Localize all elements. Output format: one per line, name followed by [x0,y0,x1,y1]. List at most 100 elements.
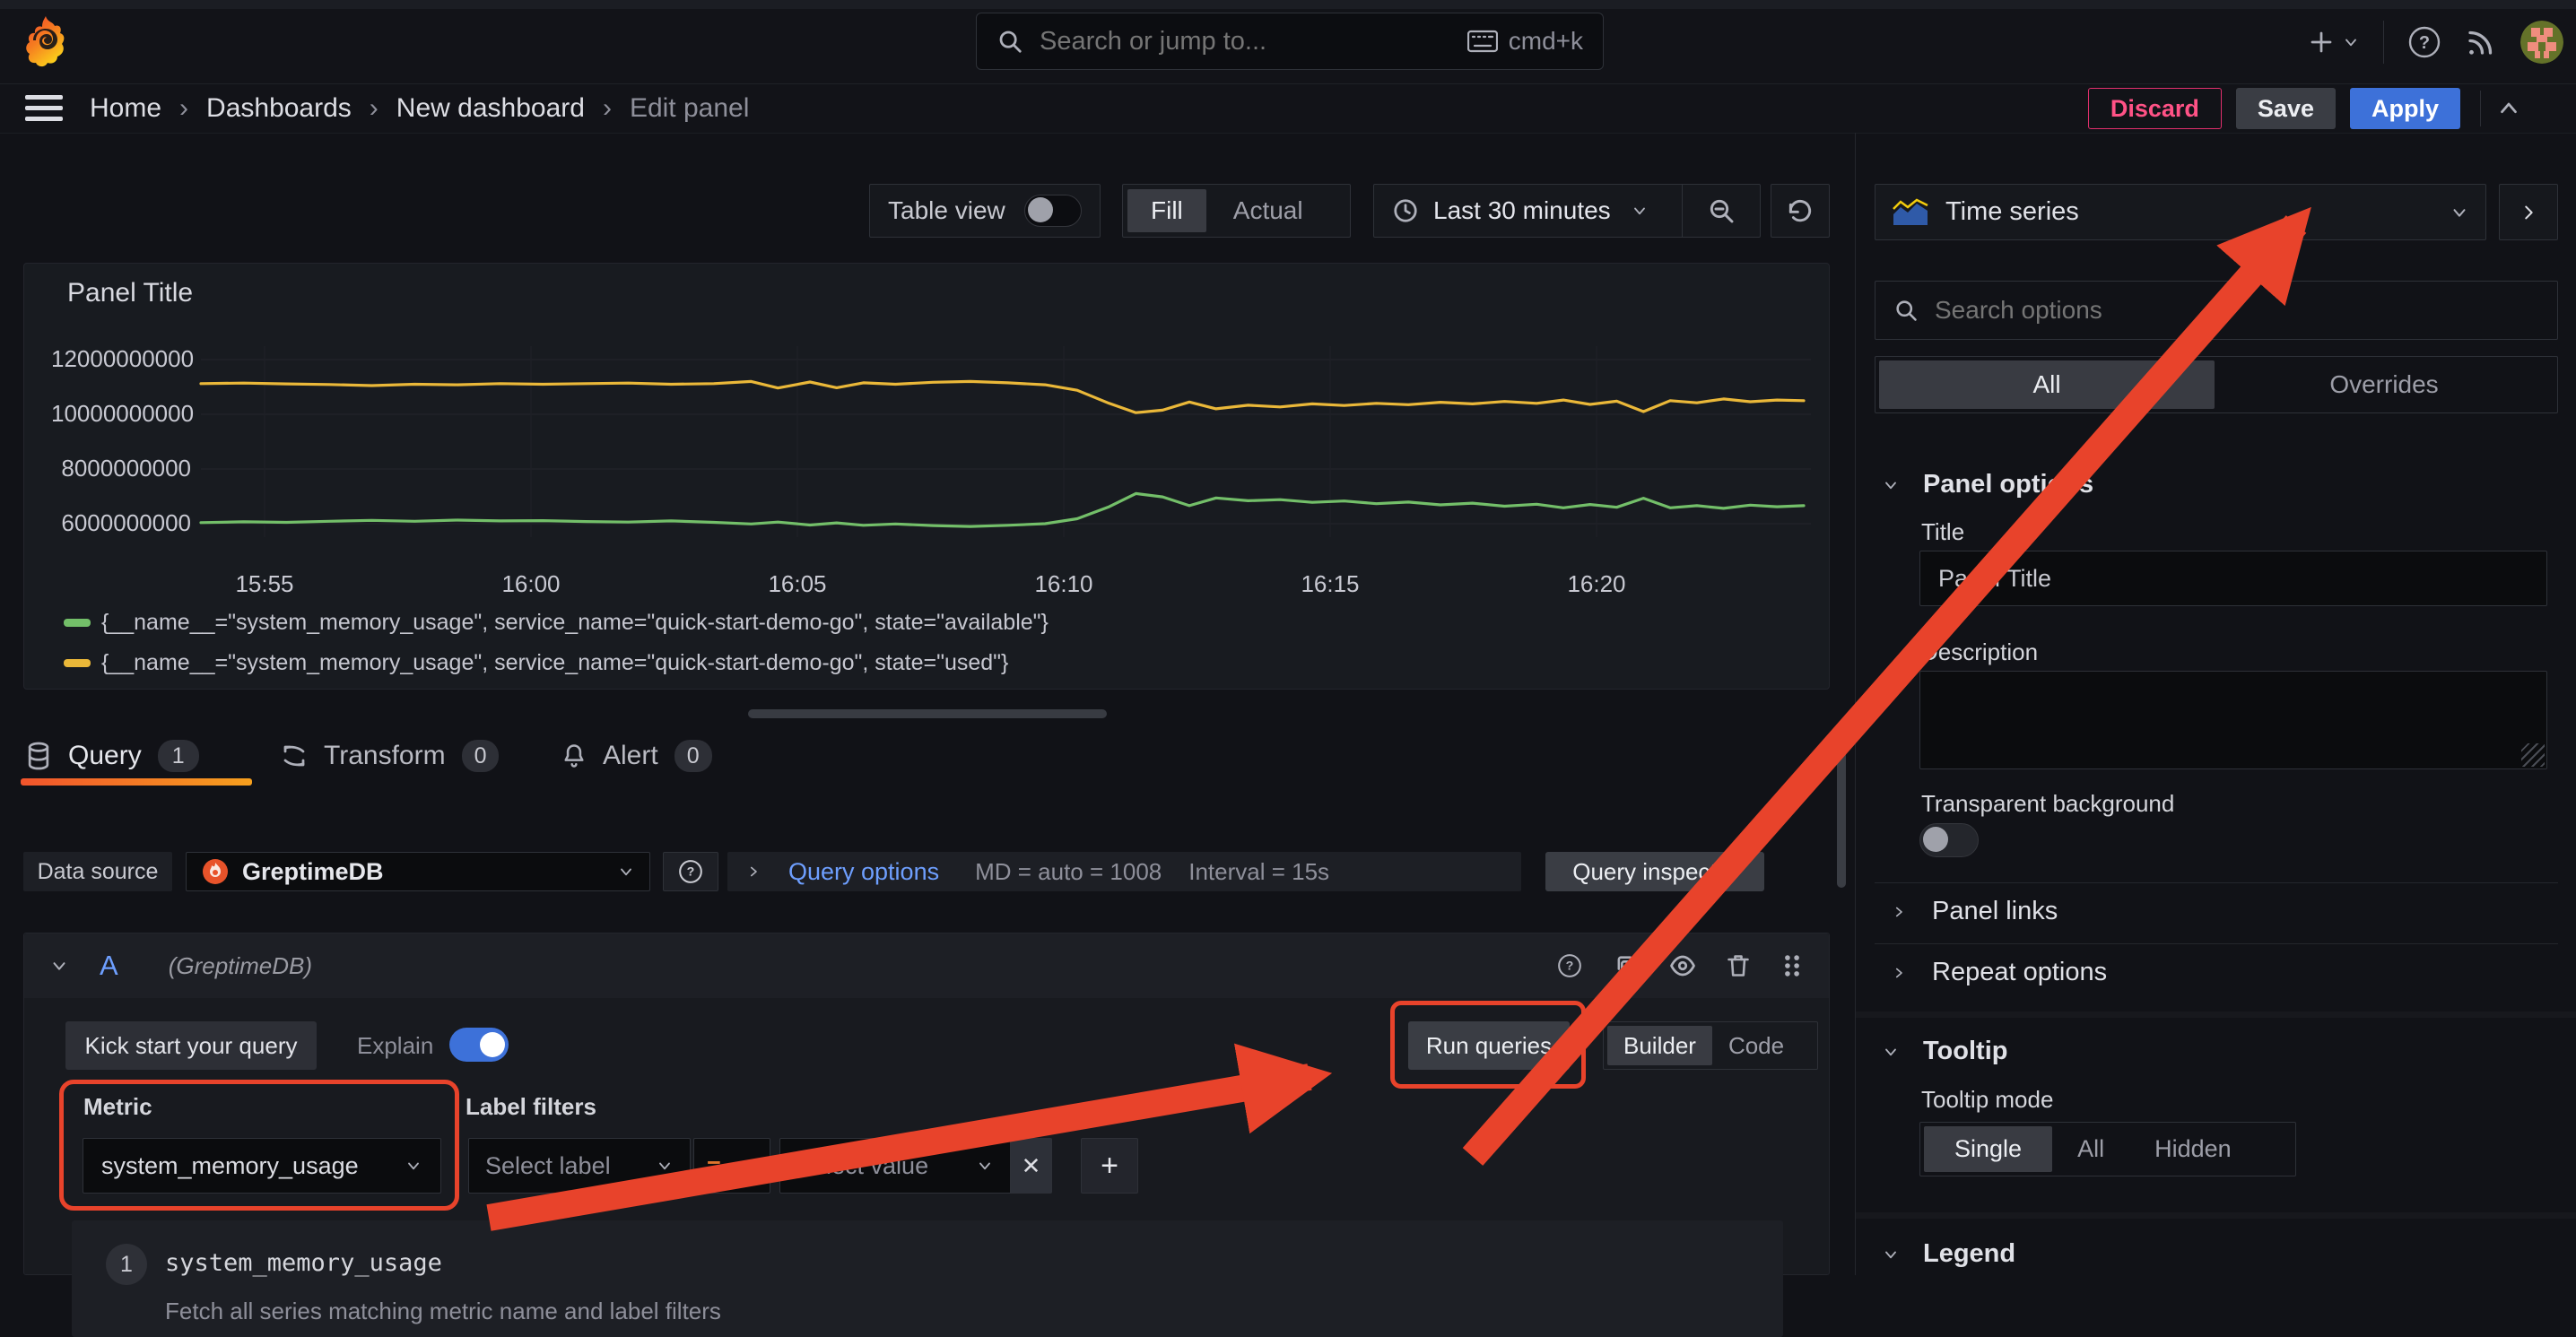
tab-transform-count: 0 [462,740,500,772]
legend-section-header[interactable]: Legend [1882,1239,2015,1269]
chevron-down-icon [2450,203,2469,222]
collapse-header-button[interactable] [2495,95,2522,122]
header-right-cluster: ? [2308,9,2563,75]
explain-description: Fetch all series matching metric name an… [165,1298,721,1325]
save-button[interactable]: Save [2236,88,2336,129]
time-range-picker[interactable]: Last 30 minutes [1374,185,1682,237]
x-axis-label: 16:10 [1010,570,1118,598]
sidebar-collapse-button[interactable] [2499,184,2558,240]
global-search[interactable]: cmd+k [976,13,1604,70]
fill-option[interactable]: Fill [1127,189,1206,232]
panel-links-section[interactable]: Panel links [1891,897,2058,926]
label-filter-select[interactable]: Select label [468,1138,691,1194]
news-button[interactable] [2465,26,2497,58]
remove-filter-button[interactable]: ✕ [1011,1138,1052,1194]
grafana-logo[interactable] [23,14,68,70]
panel-options-header[interactable]: Panel options [1882,470,2093,499]
chevron-up-icon [2495,95,2522,122]
chevron-right-icon [745,864,761,880]
apply-button[interactable]: Apply [2350,88,2460,129]
x-axis-label: 16:00 [477,570,585,598]
actual-option[interactable]: Actual [1206,189,1330,232]
tooltip-mode-all[interactable]: All [2052,1126,2129,1172]
datasource-picker[interactable]: GreptimeDB [186,852,650,891]
tooltip-mode-single[interactable]: Single [1924,1126,2052,1172]
viz-picker[interactable]: Time series [1875,184,2486,240]
refresh-button[interactable] [1771,184,1830,238]
breadcrumb: Home › Dashboards › New dashboard › Edit… [90,84,749,133]
repeat-options-section[interactable]: Repeat options [1891,958,2107,987]
code-option[interactable]: Code [1712,1026,1800,1065]
query-help-icon[interactable]: ? [1556,952,1583,979]
query-row-header[interactable]: A (GreptimeDB) ? [24,933,1829,998]
sidebar-divider [1875,943,2558,944]
tab-overrides[interactable]: Overrides [2215,360,2554,409]
top-header: cmd+k ? [0,0,2576,84]
query-inspector-button[interactable]: Query inspector [1545,852,1764,891]
duplicate-icon[interactable] [1614,953,1639,978]
eye-icon[interactable] [1669,954,1696,977]
transparent-bg-toggle[interactable] [1919,823,1979,857]
legend-section-label: Legend [1923,1239,2015,1269]
breadcrumb-dashboards[interactable]: Dashboards [206,93,352,124]
vertical-scrollbar[interactable] [1837,744,1846,888]
search-input[interactable] [1038,26,1467,57]
chevron-down-icon [2342,33,2360,51]
tab-alert[interactable]: Alert 0 [561,728,712,784]
actual-label: Actual [1233,196,1303,225]
sidebar-divider [1875,882,2558,883]
panel-title-input[interactable] [1919,551,2547,606]
tab-transform[interactable]: Transform 0 [281,728,499,784]
datasource-label-chip: Data source [23,852,172,891]
tooltip-mode-hidden[interactable]: Hidden [2129,1126,2257,1172]
tab-query[interactable]: Query 1 [25,728,199,784]
panel-card: Panel Title 12000000000 10000000000 8000… [23,263,1830,690]
avatar[interactable] [2520,21,2563,64]
breadcrumb-separator: › [179,93,188,124]
table-view-label: Table view [888,196,1005,225]
datasource-help-button[interactable]: ? [663,852,718,891]
fill-actual-switch: Fill Actual [1122,184,1351,238]
clock-icon [1392,197,1419,224]
time-range-label: Last 30 minutes [1433,196,1611,225]
greptimedb-logo [201,857,230,886]
operator-select[interactable]: = [693,1138,770,1194]
explain-toggle[interactable] [449,1028,509,1062]
zoom-out-button[interactable] [1683,185,1760,237]
builder-option[interactable]: Builder [1607,1026,1712,1065]
x-axis-label: 16:15 [1276,570,1384,598]
options-search[interactable] [1875,281,2558,340]
help-button[interactable]: ? [2407,25,2441,59]
actions-divider [2480,91,2481,126]
resize-handle[interactable] [2521,743,2545,767]
tooltip-header[interactable]: Tooltip [1882,1037,2007,1066]
run-queries-highlight [1390,1001,1586,1089]
breadcrumb-home[interactable]: Home [90,93,161,124]
legend-item-used[interactable]: {__name__="system_memory_usage", service… [64,650,1008,676]
legend-item-available[interactable]: {__name__="system_memory_usage", service… [64,610,1049,636]
tooltip-mode-single-label: Single [1954,1135,2022,1163]
drag-handle-icon[interactable] [1780,953,1804,978]
table-view-toggle[interactable] [1024,195,1082,227]
x-axis-label: 16:20 [1543,570,1650,598]
breadcrumb-new-dashboard[interactable]: New dashboard [396,93,585,124]
trash-icon[interactable] [1727,953,1750,978]
tab-all[interactable]: All [1879,360,2215,409]
menu-toggle[interactable] [25,95,65,122]
section-divider [1856,1212,2576,1219]
description-textarea[interactable] [1919,671,2547,769]
tooltip-mode-label: Tooltip mode [1921,1086,2053,1114]
chevron-down-icon [1631,202,1649,220]
options-search-input[interactable] [1933,295,2539,326]
chevron-down-icon [1882,1246,1900,1263]
new-button[interactable] [2308,29,2360,56]
value-select[interactable]: Select value [779,1138,1011,1194]
tooltip-header-label: Tooltip [1923,1037,2007,1066]
query-options-label: Query options [788,858,939,886]
query-options-bar[interactable]: Query options MD = auto = 1008 Interval … [727,852,1521,891]
metric-highlight [59,1080,459,1211]
horizontal-scrollbar[interactable] [748,709,1107,718]
add-filter-button[interactable]: + [1081,1138,1138,1194]
kick-start-button[interactable]: Kick start your query [65,1021,317,1070]
discard-button[interactable]: Discard [2088,88,2222,129]
